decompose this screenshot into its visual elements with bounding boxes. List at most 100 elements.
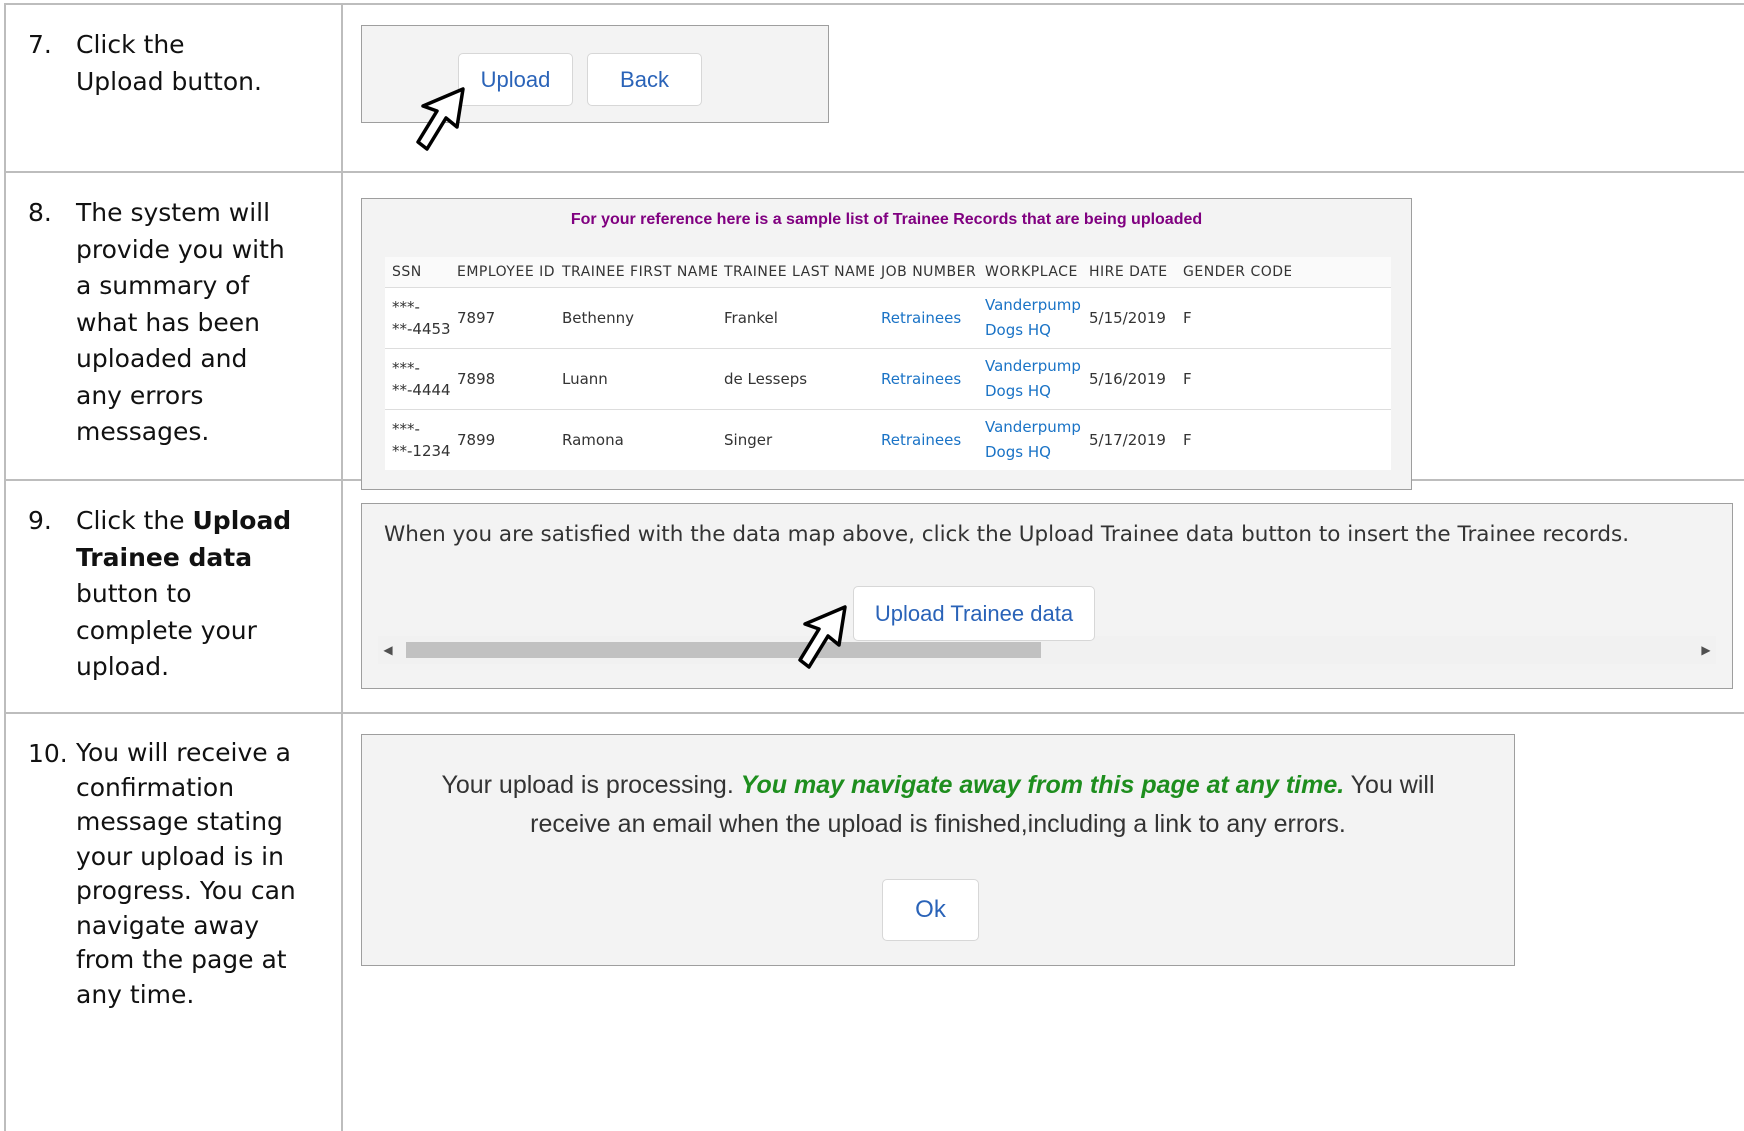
step-9-instruction-cell: 9. Click the Upload Trainee data button …	[4, 479, 343, 714]
cell-spacer	[1291, 287, 1391, 349]
column-header-gender-code[interactable]: GENDER CODE	[1176, 257, 1291, 288]
workplace-link-part: Vanderpump	[985, 296, 1081, 314]
step-row-9: 9. Click the Upload Trainee data button …	[4, 479, 1744, 714]
step-text: Click the Upload Trainee data button to …	[76, 503, 306, 686]
job-number-link[interactable]: Retrainees	[881, 370, 961, 388]
cell-job-number: Retrainees	[874, 410, 978, 471]
workplace-link-part: Vanderpump	[985, 418, 1081, 436]
cell-hire-date: 5/16/2019	[1082, 348, 1176, 410]
hand-pointer-icon	[798, 605, 847, 669]
confirmation-text: Your upload is processing.	[441, 771, 741, 799]
upload-button[interactable]: Upload	[458, 53, 573, 106]
cell-ssn: ***- **-4453	[385, 287, 451, 349]
data-map-message: When you are satisfied with the data map…	[384, 522, 1630, 547]
cell-employee-id: 7897	[450, 287, 555, 349]
cell-hire-date: 5/15/2019	[1082, 287, 1176, 349]
step-10-screenshot-cell: Your upload is processing. You may navig…	[341, 712, 1744, 1131]
cell-spacer	[1291, 410, 1391, 471]
step-10-instruction-cell: 10. You will receive a confirmation mess…	[4, 712, 343, 1131]
table-row: ***- **-4453 7897 Bethenny Frankel Retrai…	[385, 287, 1391, 349]
step-text-part: Click the	[76, 506, 193, 535]
cell-ssn: ***- **-4444	[385, 348, 451, 410]
step-7-instruction-cell: 7. Click the Upload button.	[4, 3, 343, 173]
cell-first-name: Ramona	[562, 431, 624, 449]
step-number: 9.	[28, 506, 52, 535]
scroll-right-icon[interactable]: ▶	[1696, 636, 1716, 664]
step-text-content: Click the Upload button.	[76, 30, 262, 96]
workplace-link-part: Dogs HQ	[985, 443, 1051, 461]
scroll-left-icon[interactable]: ◀	[378, 636, 398, 664]
hand-pointer-icon	[416, 87, 465, 151]
scrollbar-thumb[interactable]	[406, 642, 1041, 658]
column-header-last-name[interactable]: TRAINEE LAST NAME	[717, 257, 874, 288]
step-row-7: 7. Click the Upload button. Upload Back	[4, 3, 1744, 173]
workplace-link-part: Dogs HQ	[985, 321, 1051, 339]
reference-heading: For your reference here is a sample list…	[570, 211, 1203, 228]
workplace-link[interactable]: Vanderpump Dogs HQ	[985, 357, 1081, 400]
ssn-part: **-4444	[392, 381, 451, 399]
table-row: ***- **-4444 7898 Luann de Lesseps Retrai…	[385, 348, 1391, 410]
step-text: You will receive a confirmation message …	[76, 738, 296, 1009]
step-number: 10.	[28, 739, 68, 768]
step-number: 8.	[28, 198, 52, 227]
job-number-link[interactable]: Retrainees	[881, 309, 961, 327]
step-row-8: 8. The system will provide you with a su…	[4, 171, 1744, 490]
confirmation-line-2: receive an email when the upload is fini…	[530, 810, 1346, 838]
cell-last-name: Frankel	[717, 287, 874, 349]
cell-gender-code: F	[1176, 348, 1291, 410]
column-header-workplace[interactable]: WORKPLACE	[978, 257, 1082, 288]
step-7-screenshot-cell: Upload Back	[341, 3, 1744, 173]
workplace-link[interactable]: Vanderpump Dogs HQ	[985, 296, 1081, 339]
ssn-part: ***-	[392, 298, 420, 316]
cell-ssn: ***- **-1234	[385, 410, 451, 471]
column-header-ssn[interactable]: SSN	[385, 257, 450, 288]
step-8-instruction-cell: 8. The system will provide you with a su…	[4, 171, 343, 481]
step-8-screenshot-cell: For your reference here is a sample list…	[341, 171, 1744, 490]
confirmation-text: You will	[1344, 771, 1435, 799]
table-row: ***- **-1234 7899 Ramona Singer Retrainee…	[385, 410, 1391, 471]
cell-employee-id: 7898	[450, 348, 555, 410]
ssn-part: ***-	[392, 359, 420, 377]
cell-first-name: Bethenny	[555, 287, 717, 349]
table-header-row: SSN EMPLOYEE ID TRAINEE FIRST NAME TRAIN…	[385, 257, 1391, 288]
cell-workplace: Vanderpump Dogs HQ	[978, 287, 1082, 349]
cell-last-name: Singer	[724, 431, 773, 449]
column-header-first-name[interactable]: TRAINEE FIRST NAME	[555, 257, 717, 288]
cell-spacer	[1291, 348, 1391, 410]
cell-hire-date: 5/17/2019	[1089, 431, 1166, 449]
ssn-part: **-1234	[392, 442, 451, 460]
step-9-screenshot-cell: When you are satisfied with the data map…	[341, 479, 1744, 714]
workplace-link-part: Vanderpump	[985, 357, 1081, 375]
column-header-employee-id[interactable]: EMPLOYEE ID	[450, 257, 555, 288]
column-header-job-number[interactable]: JOB NUMBER	[874, 257, 978, 288]
cell-gender-code: F	[1176, 287, 1291, 349]
cell-job-number: Retrainees	[874, 348, 978, 410]
confirmation-line-1: Your upload is processing. You may navig…	[362, 771, 1514, 800]
confirmation-emphasis: You may navigate away from this page at …	[740, 771, 1345, 799]
cell-gender-code: F	[1183, 431, 1192, 449]
step-row-10: 10. You will receive a confirmation mess…	[4, 712, 1744, 1131]
cell-last-name: de Lesseps	[717, 348, 874, 410]
column-header-spacer	[1291, 257, 1391, 288]
job-number-link[interactable]: Retrainees	[881, 431, 961, 449]
workplace-link[interactable]: Vanderpump Dogs HQ	[985, 418, 1081, 461]
cell-workplace: Vanderpump Dogs HQ	[978, 410, 1082, 471]
upload-summary-panel: For your reference here is a sample list…	[361, 198, 1412, 490]
ok-button[interactable]: Ok	[882, 879, 979, 941]
ssn-part: **-4453	[392, 320, 451, 338]
column-header-hire-date[interactable]: HIRE DATE	[1082, 257, 1176, 288]
cell-job-number: Retrainees	[874, 287, 978, 349]
upload-trainee-data-button[interactable]: Upload Trainee data	[853, 586, 1095, 641]
cell-employee-id: 7899	[457, 431, 496, 449]
step-text-part: button to complete your upload.	[76, 579, 257, 681]
upload-trainee-panel: When you are satisfied with the data map…	[361, 503, 1733, 689]
step-number: 7.	[28, 30, 52, 59]
instructions-table: 7. Click the Upload button. Upload Back …	[4, 3, 1744, 1131]
confirmation-dialog: Your upload is processing. You may navig…	[361, 734, 1515, 966]
cell-workplace: Vanderpump Dogs HQ	[978, 348, 1082, 410]
workplace-link-part: Dogs HQ	[985, 382, 1051, 400]
ssn-part: ***-	[392, 420, 420, 438]
trainee-records-table: SSN EMPLOYEE ID TRAINEE FIRST NAME TRAIN…	[385, 257, 1391, 470]
cell-first-name: Luann	[555, 348, 717, 410]
back-button[interactable]: Back	[587, 53, 702, 106]
